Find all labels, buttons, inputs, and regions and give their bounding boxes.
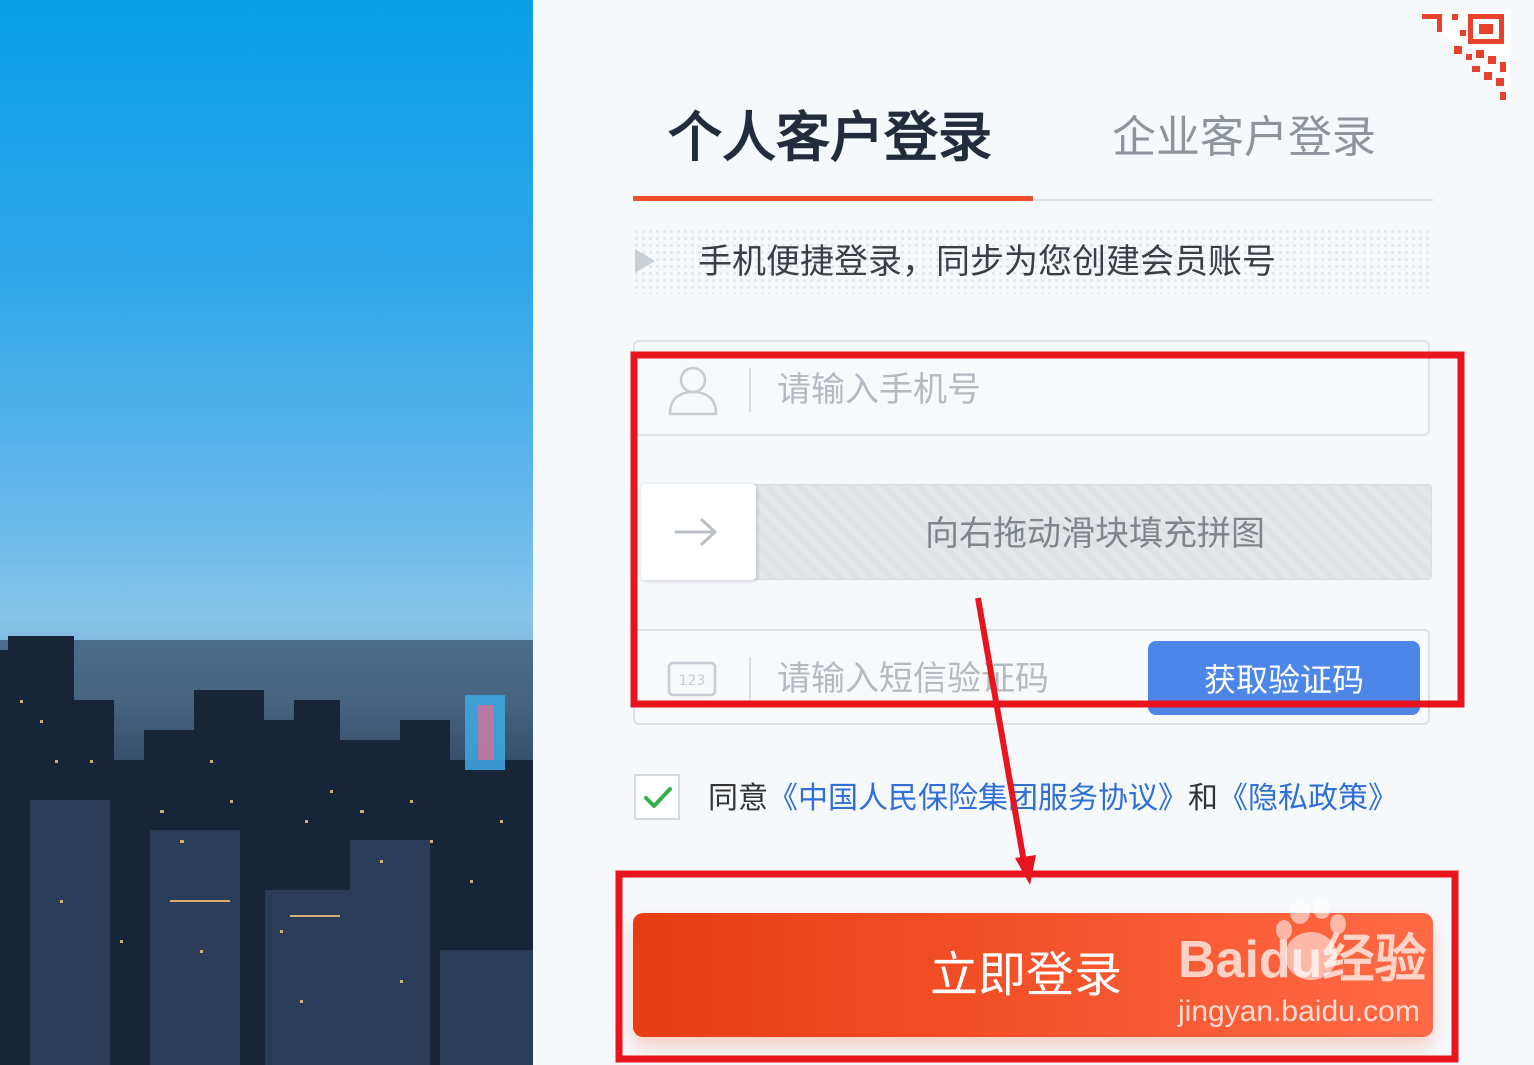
get-sms-code-button[interactable]: 获取验证码 <box>1148 641 1420 715</box>
svg-text:123: 123 <box>679 673 706 689</box>
slider-captcha-handle[interactable] <box>641 484 756 580</box>
qr-code-icon[interactable] <box>1420 10 1510 102</box>
phone-input[interactable]: 请输入手机号 <box>633 340 1430 436</box>
tab-active-indicator <box>633 196 1033 201</box>
agreement-conjunction: 和 <box>1188 781 1218 816</box>
tab-enterprise-login[interactable]: 企业客户登录 <box>1112 98 1376 178</box>
sms-code-placeholder: 请输入短信验证码 <box>777 659 1049 699</box>
login-page: 个人客户登录 企业客户登录 手机便捷登录，同步为您创建会员账号 请输入手机号 向… <box>0 0 1534 1065</box>
agreement-prefix: 同意 <box>708 781 768 816</box>
slider-captcha-text: 向右拖动滑块填充拼图 <box>925 514 1265 554</box>
service-agreement-link[interactable]: 《中国人民保险集团服务协议》 <box>768 781 1188 816</box>
user-icon <box>668 366 718 416</box>
phone-placeholder: 请输入手机号 <box>777 370 981 410</box>
agreement-checkbox[interactable] <box>634 774 680 820</box>
login-button-label: 立即登录 <box>930 947 1123 1003</box>
notice-text: 手机便捷登录，同步为您创建会员账号 <box>698 242 1276 282</box>
arrow-right-icon <box>674 518 717 546</box>
field-separator <box>749 657 751 701</box>
agreement-text: 同意《中国人民保险集团服务协议》和《隐私政策》 <box>708 776 1398 822</box>
tab-personal-login[interactable]: 个人客户登录 <box>668 98 992 178</box>
check-icon <box>644 787 672 808</box>
field-separator <box>749 368 751 412</box>
sms-code-icon: 123 <box>667 661 717 697</box>
privacy-policy-link[interactable]: 《隐私政策》 <box>1218 781 1398 816</box>
watermark-url: jingyan.baidu.com <box>1178 995 1420 1028</box>
play-arrow-icon <box>635 249 655 273</box>
watermark-brand: Baidu经验 <box>1178 931 1427 989</box>
city-skyline-image <box>0 0 533 1065</box>
